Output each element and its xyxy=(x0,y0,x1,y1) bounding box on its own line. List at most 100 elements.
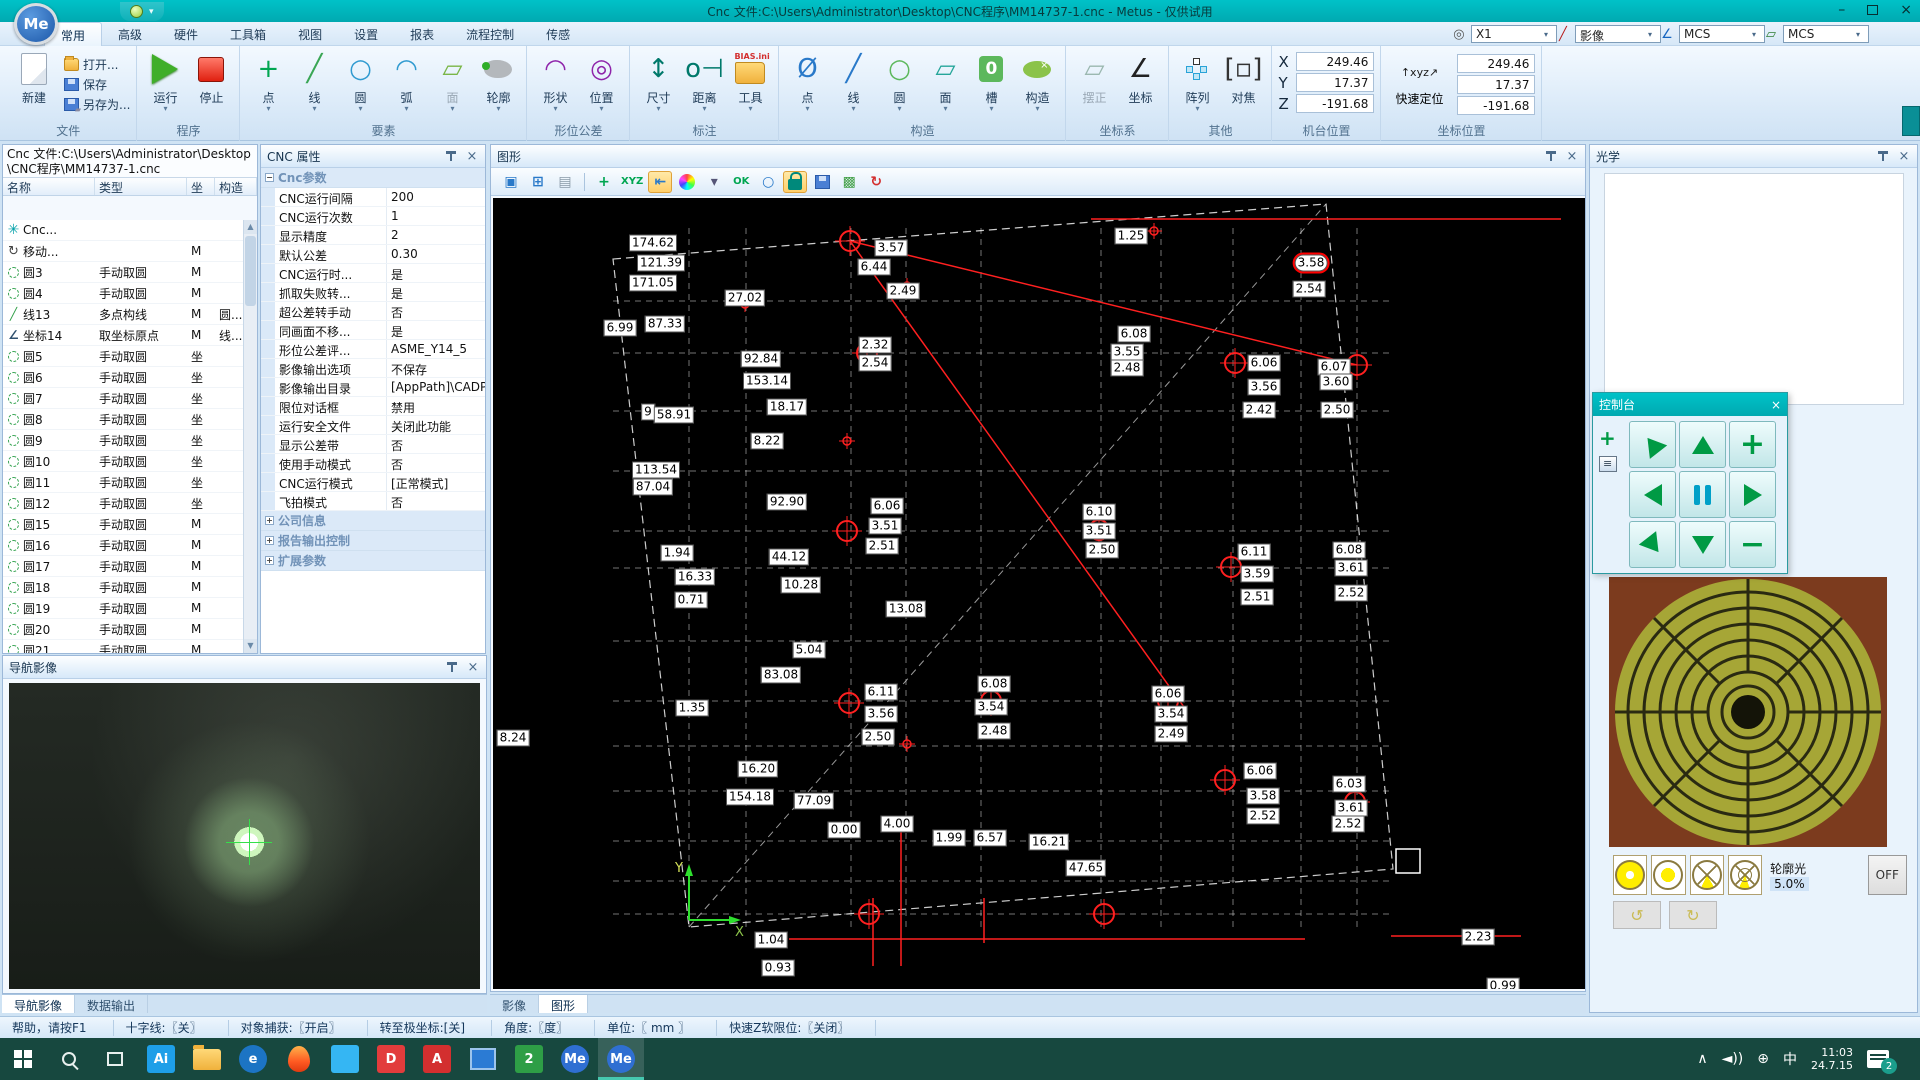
ribbon-tab-传感[interactable]: 传感 xyxy=(530,22,586,46)
flame-app-icon[interactable] xyxy=(276,1038,322,1080)
tree-row-圆7[interactable]: 圆7手动取圆坐 xyxy=(3,388,243,409)
status-segment-4[interactable]: 角度:〖度〗 xyxy=(492,1020,595,1036)
property-value[interactable]: 2 xyxy=(387,226,485,244)
tree-row-线13[interactable]: ╱线13多点构线M圆... xyxy=(3,304,243,325)
scroll-thumb[interactable] xyxy=(245,236,256,306)
property-value[interactable]: 是 xyxy=(387,264,485,282)
jog-right-button[interactable] xyxy=(1729,471,1776,518)
property-group-header[interactable]: −Cnc参数 xyxy=(261,168,485,188)
面-button[interactable]: ▱面▾ xyxy=(923,48,967,120)
app-icon-2[interactable] xyxy=(322,1038,368,1080)
property-group-header[interactable]: +公司信息 xyxy=(261,511,485,531)
d-app-icon[interactable]: D xyxy=(368,1038,414,1080)
chevron-down-icon[interactable]: ▾ xyxy=(599,106,603,112)
保存-button[interactable]: 保存 xyxy=(64,76,130,93)
tree-row-圆3[interactable]: 圆3手动取圆M xyxy=(3,262,243,283)
ribbon-tab-硬件[interactable]: 硬件 xyxy=(158,22,214,46)
rotate-ccw-button[interactable]: ↺ xyxy=(1613,901,1661,929)
chevron-down-icon[interactable]: ▾ xyxy=(805,106,809,112)
chevron-down-icon[interactable]: ▾ xyxy=(748,106,752,112)
green-app-icon[interactable]: 2 xyxy=(506,1038,552,1080)
ribbon-tab-工具箱[interactable]: 工具箱 xyxy=(214,22,282,46)
close-icon[interactable]: × xyxy=(1771,398,1781,412)
rotate-cw-button[interactable]: ↻ xyxy=(1669,901,1717,929)
tree-row-圆17[interactable]: 圆17手动取圆M xyxy=(3,556,243,577)
坐标-button[interactable]: ∠坐标 xyxy=(1118,48,1162,120)
停止-button[interactable]: 停止 xyxy=(189,48,233,120)
app-menu-button[interactable]: Me xyxy=(14,3,58,45)
search-button[interactable] xyxy=(46,1038,92,1080)
对焦-button[interactable]: [▫]对焦 xyxy=(1221,48,1265,120)
ribbon-tab-流程控制[interactable]: 流程控制 xyxy=(450,22,530,46)
ring-lamp-full-button[interactable] xyxy=(1613,855,1647,895)
view-tab-图形[interactable]: 图形 xyxy=(539,995,588,1013)
槽-button[interactable]: 0槽▾ xyxy=(969,48,1013,120)
lamp-intensity-value[interactable]: 5.0% xyxy=(1770,877,1809,891)
ribbon-tab-设置[interactable]: 设置 xyxy=(338,22,394,46)
位置-button[interactable]: ◎位置▾ xyxy=(579,48,623,120)
jog-down-button[interactable] xyxy=(1679,521,1726,568)
color-wheel-icon[interactable] xyxy=(675,171,699,193)
dock-tab-数据输出[interactable]: 数据输出 xyxy=(75,995,148,1013)
scroll-up-icon[interactable]: ▲ xyxy=(244,220,257,234)
circle-select-icon[interactable]: ○ xyxy=(756,171,780,193)
plane-combo[interactable]: ▱MCS▾ xyxy=(1762,25,1860,43)
clamp-icon[interactable] xyxy=(1902,106,1920,136)
save-view-icon[interactable] xyxy=(810,171,834,193)
工具-button[interactable]: 工具▾ xyxy=(728,48,772,120)
a-app-icon[interactable]: A xyxy=(414,1038,460,1080)
coordsys-combo[interactable]: ∠MCS▾ xyxy=(1658,25,1756,43)
ribbon-tab-高级[interactable]: 高级 xyxy=(102,22,158,46)
property-value[interactable]: 0.30 xyxy=(387,245,485,263)
snapshot-icon[interactable]: ▩ xyxy=(837,171,861,193)
线-button[interactable]: ╱线▾ xyxy=(292,48,336,120)
move-cross-icon[interactable]: + xyxy=(1599,426,1616,450)
file-explorer-icon[interactable] xyxy=(184,1038,230,1080)
tree-row-圆15[interactable]: 圆15手动取圆M xyxy=(3,514,243,535)
jog-up-button[interactable] xyxy=(1679,421,1726,468)
metus-app-icon[interactable]: Me xyxy=(552,1038,598,1080)
property-value[interactable]: 禁用 xyxy=(387,397,485,415)
chevron-down-icon[interactable]: ▾ xyxy=(358,106,362,112)
axis-select-icon[interactable] xyxy=(1599,456,1617,472)
app-icon-1[interactable]: Ai xyxy=(138,1038,184,1080)
tree-row-圆11[interactable]: 圆11手动取圆坐 xyxy=(3,472,243,493)
点-button[interactable]: +点▾ xyxy=(246,48,290,120)
monitor-app-icon[interactable] xyxy=(460,1038,506,1080)
zoom-fit-icon[interactable]: ⊞ xyxy=(526,171,550,193)
wheel-lamp-segment-button[interactable] xyxy=(1728,855,1762,895)
property-value[interactable]: 否 xyxy=(387,302,485,320)
metus-app-icon-active[interactable]: Me xyxy=(598,1038,644,1080)
chevron-down-icon[interactable]: ▾ xyxy=(656,106,660,112)
close-icon[interactable]: × xyxy=(1565,149,1579,164)
另存为-button[interactable]: 另存为... xyxy=(64,96,130,113)
edge-browser-icon[interactable]: e xyxy=(230,1038,276,1080)
dock-tab-导航影像[interactable]: 导航影像 xyxy=(2,995,75,1013)
property-value[interactable]: 是 xyxy=(387,321,485,339)
tree-scrollbar[interactable]: ▲ ▼ xyxy=(243,220,257,653)
chevron-down-icon[interactable]: ▾ xyxy=(404,106,408,112)
ring-lamp-center-button[interactable] xyxy=(1651,855,1685,895)
形状-button[interactable]: ◠形状▾ xyxy=(533,48,577,120)
ok-confirm-icon[interactable]: OK xyxy=(729,171,753,193)
image-flag-icon[interactable]: ▤ xyxy=(553,171,577,193)
chevron-down-icon[interactable]: ▾ xyxy=(702,106,706,112)
crosshair-plus-icon[interactable]: + xyxy=(592,171,616,193)
tree-row-移动...[interactable]: ↻移动...M xyxy=(3,241,243,262)
tree-row-圆16[interactable]: 圆16手动取圆M xyxy=(3,535,243,556)
chevron-down-icon[interactable]: ▾ xyxy=(989,106,993,112)
collapse-icon[interactable]: − xyxy=(265,173,274,182)
probe-combo[interactable]: ◎X1▾ xyxy=(1450,25,1548,43)
jog-down-left-button[interactable] xyxy=(1629,521,1676,568)
点-button[interactable]: Ø点▾ xyxy=(785,48,829,120)
chevron-down-icon[interactable]: ▾ xyxy=(1195,106,1199,112)
圆-button[interactable]: ○圆▾ xyxy=(877,48,921,120)
阵列-button[interactable]: 阵列▾ xyxy=(1175,48,1219,120)
chevron-down-icon[interactable]: ▾ xyxy=(450,106,454,112)
tray-chevron-icon[interactable]: ∧ xyxy=(1697,1051,1707,1067)
notification-icon[interactable]: 2 xyxy=(1867,1050,1889,1068)
refresh-icon[interactable]: ↻ xyxy=(864,171,888,193)
property-value[interactable]: ASME_Y14_5 xyxy=(387,340,485,358)
tree-row-圆19[interactable]: 圆19手动取圆M xyxy=(3,598,243,619)
ribbon-tab-报表[interactable]: 报表 xyxy=(394,22,450,46)
